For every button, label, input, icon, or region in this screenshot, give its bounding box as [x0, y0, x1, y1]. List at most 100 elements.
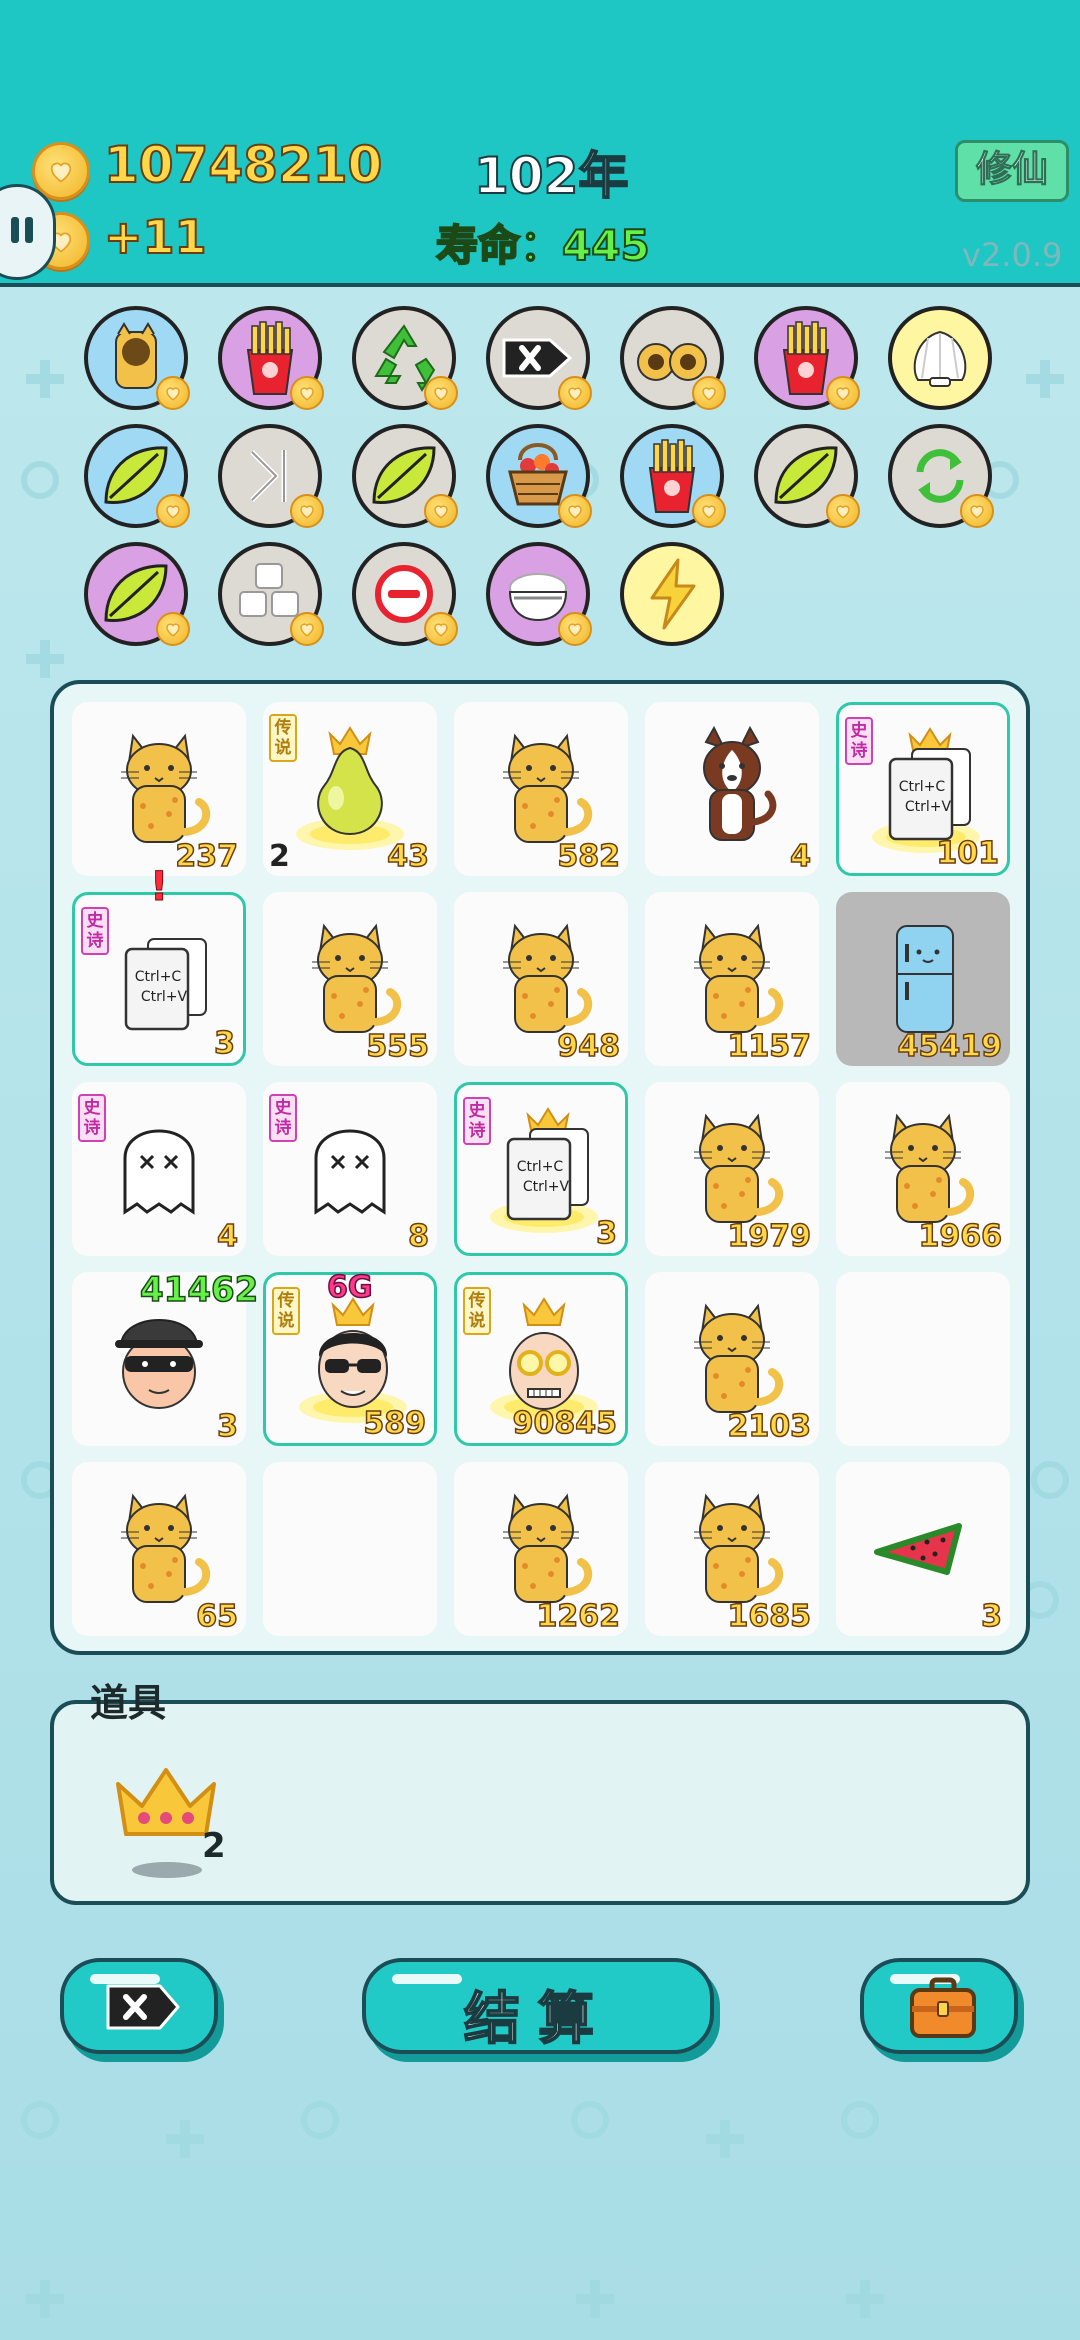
cat-icon: [121, 1493, 211, 1603]
svg-text:Ctrl+V: Ctrl+V: [905, 799, 952, 815]
board-cell-cat[interactable]: 582: [454, 702, 628, 876]
ability-sugar-cubes-button[interactable]: [218, 542, 324, 646]
board-cell-copy-paste[interactable]: Ctrl+C Ctrl+V 史诗 3: [454, 1082, 628, 1256]
ghost-icon: [123, 1129, 195, 1215]
empty-cell[interactable]: [263, 1462, 437, 1636]
item-count: 589: [363, 1405, 427, 1442]
ability-fruit-basket-button[interactable]: [486, 424, 592, 528]
ability-leaf-button[interactable]: [84, 542, 190, 646]
board-cell-old-man[interactable]: 传说 90845: [454, 1272, 628, 1446]
board-cell-husky[interactable]: 4: [645, 702, 819, 876]
rarity-tag: 史诗: [845, 717, 873, 765]
version-label: v2.0.9: [962, 236, 1063, 274]
coin-badge-icon: [692, 494, 726, 528]
ability-delete-tag-button[interactable]: [486, 306, 592, 410]
board-cell-fridge[interactable]: 45419: [836, 892, 1010, 1066]
thief-icon: [115, 1319, 203, 1409]
rarity-tag: 传说: [463, 1287, 491, 1335]
briefcase-icon: [910, 1977, 976, 2038]
item-count: 90845: [512, 1405, 618, 1442]
ability-rice-bowl-button[interactable]: [486, 542, 592, 646]
board-cell-pear[interactable]: 传说 43 2: [263, 702, 437, 876]
board-cell-cat[interactable]: 2103: [645, 1272, 819, 1446]
ability-fries-button[interactable]: [620, 424, 726, 528]
ability-leaf-button[interactable]: [352, 424, 458, 528]
ability-refresh-button[interactable]: [888, 424, 994, 528]
board-cell-copy-paste[interactable]: Ctrl+C Ctrl+V 史诗 101: [836, 702, 1010, 876]
board-cell-cat[interactable]: 1157: [645, 892, 819, 1066]
item-count: 948: [557, 1028, 621, 1065]
cat-icon: [503, 1493, 593, 1603]
board-cell-copy-paste[interactable]: Ctrl+C Ctrl+V 史诗 3: [72, 892, 246, 1066]
board-cell-cat[interactable]: 555: [263, 892, 437, 1066]
board-cell-watermelon[interactable]: 3: [836, 1462, 1010, 1636]
alert-marker: !: [149, 864, 169, 911]
empty-cell[interactable]: [836, 1272, 1010, 1446]
svg-text:Ctrl+V: Ctrl+V: [141, 989, 188, 1005]
item-count: 2103: [727, 1408, 812, 1445]
pear-icon: [296, 726, 404, 850]
board-cell-cat[interactable]: 65: [72, 1462, 246, 1636]
rarity-tag: 史诗: [463, 1097, 491, 1145]
ability-fries-button[interactable]: [754, 306, 860, 410]
coin-total: 10748210: [103, 135, 383, 195]
ability-leaf-button[interactable]: [754, 424, 860, 528]
board-cell-cat[interactable]: 1685: [645, 1462, 819, 1636]
coin-badge-icon: [558, 494, 592, 528]
ability-shell-button[interactable]: [888, 306, 992, 410]
crown-count: 2: [202, 1826, 226, 1866]
coin-badge-icon: [960, 494, 994, 528]
ability-minus-button[interactable]: [352, 542, 458, 646]
coin-badge-icon: [826, 376, 860, 410]
svg-text:Ctrl+C: Ctrl+C: [135, 969, 182, 985]
coin-rate: +11: [103, 209, 208, 265]
ability-lightning-button[interactable]: [620, 542, 724, 646]
coin-badge-icon: [156, 376, 190, 410]
cat-icon: [694, 1303, 784, 1413]
settle-label: 结算: [463, 1986, 612, 2053]
board-cell-cat[interactable]: 1262: [454, 1462, 628, 1636]
item-count: 1966: [918, 1218, 1003, 1255]
cat-icon: [885, 1113, 975, 1223]
bag-button[interactable]: [860, 1958, 1018, 2054]
settle-button[interactable]: 结算: [362, 1958, 714, 2054]
board-cell-ghost[interactable]: 史诗 8: [263, 1082, 437, 1256]
item-count: 555: [366, 1028, 430, 1065]
coin-badge-icon: [290, 612, 324, 646]
ability-skip-button[interactable]: [218, 424, 324, 528]
delete-tag-icon: [106, 1984, 180, 2030]
ability-twin-cats-button[interactable]: [620, 306, 726, 410]
svg-text:Ctrl+C: Ctrl+C: [517, 1159, 564, 1175]
cultivate-button[interactable]: 修仙: [955, 140, 1069, 202]
board-cell-cat[interactable]: 1966: [836, 1082, 1010, 1256]
ability-recycle-button[interactable]: [352, 306, 458, 410]
board-cell-cat[interactable]: 237: [72, 702, 246, 876]
rarity-tag: 史诗: [81, 907, 109, 955]
cat-icon: [694, 923, 784, 1033]
item-count: 3: [595, 1215, 617, 1252]
item-count: 43: [387, 838, 430, 875]
coin-badge-icon: [558, 376, 592, 410]
cat-icon: [694, 1493, 784, 1603]
ability-fries-button[interactable]: [218, 306, 324, 410]
item-count: 65: [196, 1598, 239, 1635]
board-cell-cat[interactable]: 1979: [645, 1082, 819, 1256]
board-cell-cat[interactable]: 948: [454, 892, 628, 1066]
item-count: 237: [175, 838, 239, 875]
shell-icon: [913, 330, 967, 387]
svg-text:Ctrl+C: Ctrl+C: [899, 779, 946, 795]
copy-paste-icon: Ctrl+C Ctrl+V: [124, 938, 207, 1031]
coin-badge-icon: [826, 494, 860, 528]
rarity-tag: 传说: [269, 714, 297, 762]
copy-paste-icon: Ctrl+C Ctrl+V: [490, 1107, 598, 1233]
cat-icon: [694, 1113, 784, 1223]
delete-button[interactable]: [60, 1958, 218, 2054]
coin-badge-icon: [558, 612, 592, 646]
items-title: 道具: [90, 1681, 167, 1725]
top-bar: 10748210 +11 102年 寿命：445 修仙 v2.0.9: [0, 0, 1080, 287]
ability-leaf-button[interactable]: [84, 424, 190, 528]
network-badge: 6G: [326, 1269, 373, 1306]
fridge-icon: [896, 925, 954, 1033]
board-cell-ghost[interactable]: 史诗 4: [72, 1082, 246, 1256]
ability-cat-button[interactable]: [84, 306, 190, 410]
